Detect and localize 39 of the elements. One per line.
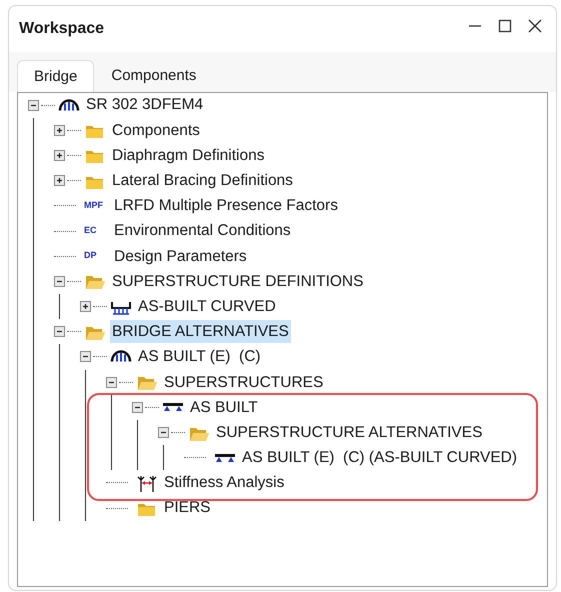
icon-label: EC — [84, 224, 98, 238]
tree-item[interactable]: AS BUILT (E) (C) (AS-BUILT CURVED) — [240, 446, 520, 470]
expand-icon[interactable] — [54, 150, 65, 161]
icon-label: MPF — [84, 199, 104, 212]
tree-item[interactable]: Components — [110, 118, 202, 142]
tree-item[interactable]: Environmental Conditions — [112, 219, 293, 243]
tree-item[interactable]: SUPERSTRUCTURE DEFINITIONS — [110, 270, 366, 294]
collapse-icon[interactable] — [28, 100, 39, 111]
maximize-icon[interactable] — [498, 19, 512, 33]
collapse-icon[interactable] — [158, 427, 169, 438]
collapse-icon[interactable] — [54, 276, 65, 287]
tab[interactable]: Components — [94, 60, 214, 92]
collapse-icon[interactable] — [132, 402, 143, 413]
expand-icon[interactable] — [80, 301, 91, 312]
tree-item[interactable]: SUPERSTRUCTURES — [162, 370, 326, 394]
tree-item[interactable]: PIERS — [162, 496, 213, 520]
tree-item[interactable]: BRIDGE ALTERNATIVES — [110, 320, 291, 344]
collapse-icon[interactable] — [54, 326, 65, 338]
arch-bridge-icon — [110, 350, 132, 364]
stiffness-icon — [136, 474, 158, 492]
tree-item[interactable]: AS BUILT (E) (C) — [136, 345, 263, 369]
tab[interactable]: Bridge — [17, 60, 94, 92]
icon-label: DP — [84, 249, 98, 262]
tree-item[interactable]: Lateral Bracing Definitions — [110, 169, 295, 192]
collapse-icon[interactable] — [80, 351, 91, 362]
tree-item[interactable]: SR 302 3DFEM4 — [84, 93, 206, 117]
collapse-icon[interactable] — [106, 376, 117, 388]
window-title: Workspace — [19, 19, 104, 39]
tree-item[interactable]: AS-BUILT CURVED — [136, 294, 278, 318]
tree-item[interactable]: SUPERSTRUCTURE ALTERNATIVES — [214, 420, 484, 444]
expand-icon[interactable] — [54, 175, 65, 186]
tree-item[interactable]: Stiffness Analysis — [162, 471, 286, 495]
tree-item[interactable]: AS BUILT — [188, 396, 260, 419]
arch-bridge-icon — [58, 98, 80, 112]
close-icon[interactable] — [528, 19, 542, 33]
expand-icon[interactable] — [54, 124, 65, 136]
tree-item[interactable]: Diaphragm Definitions — [110, 144, 266, 168]
tree-item[interactable]: Design Parameters — [112, 244, 249, 268]
tree-item[interactable]: LRFD Multiple Presence Factors — [112, 194, 340, 218]
